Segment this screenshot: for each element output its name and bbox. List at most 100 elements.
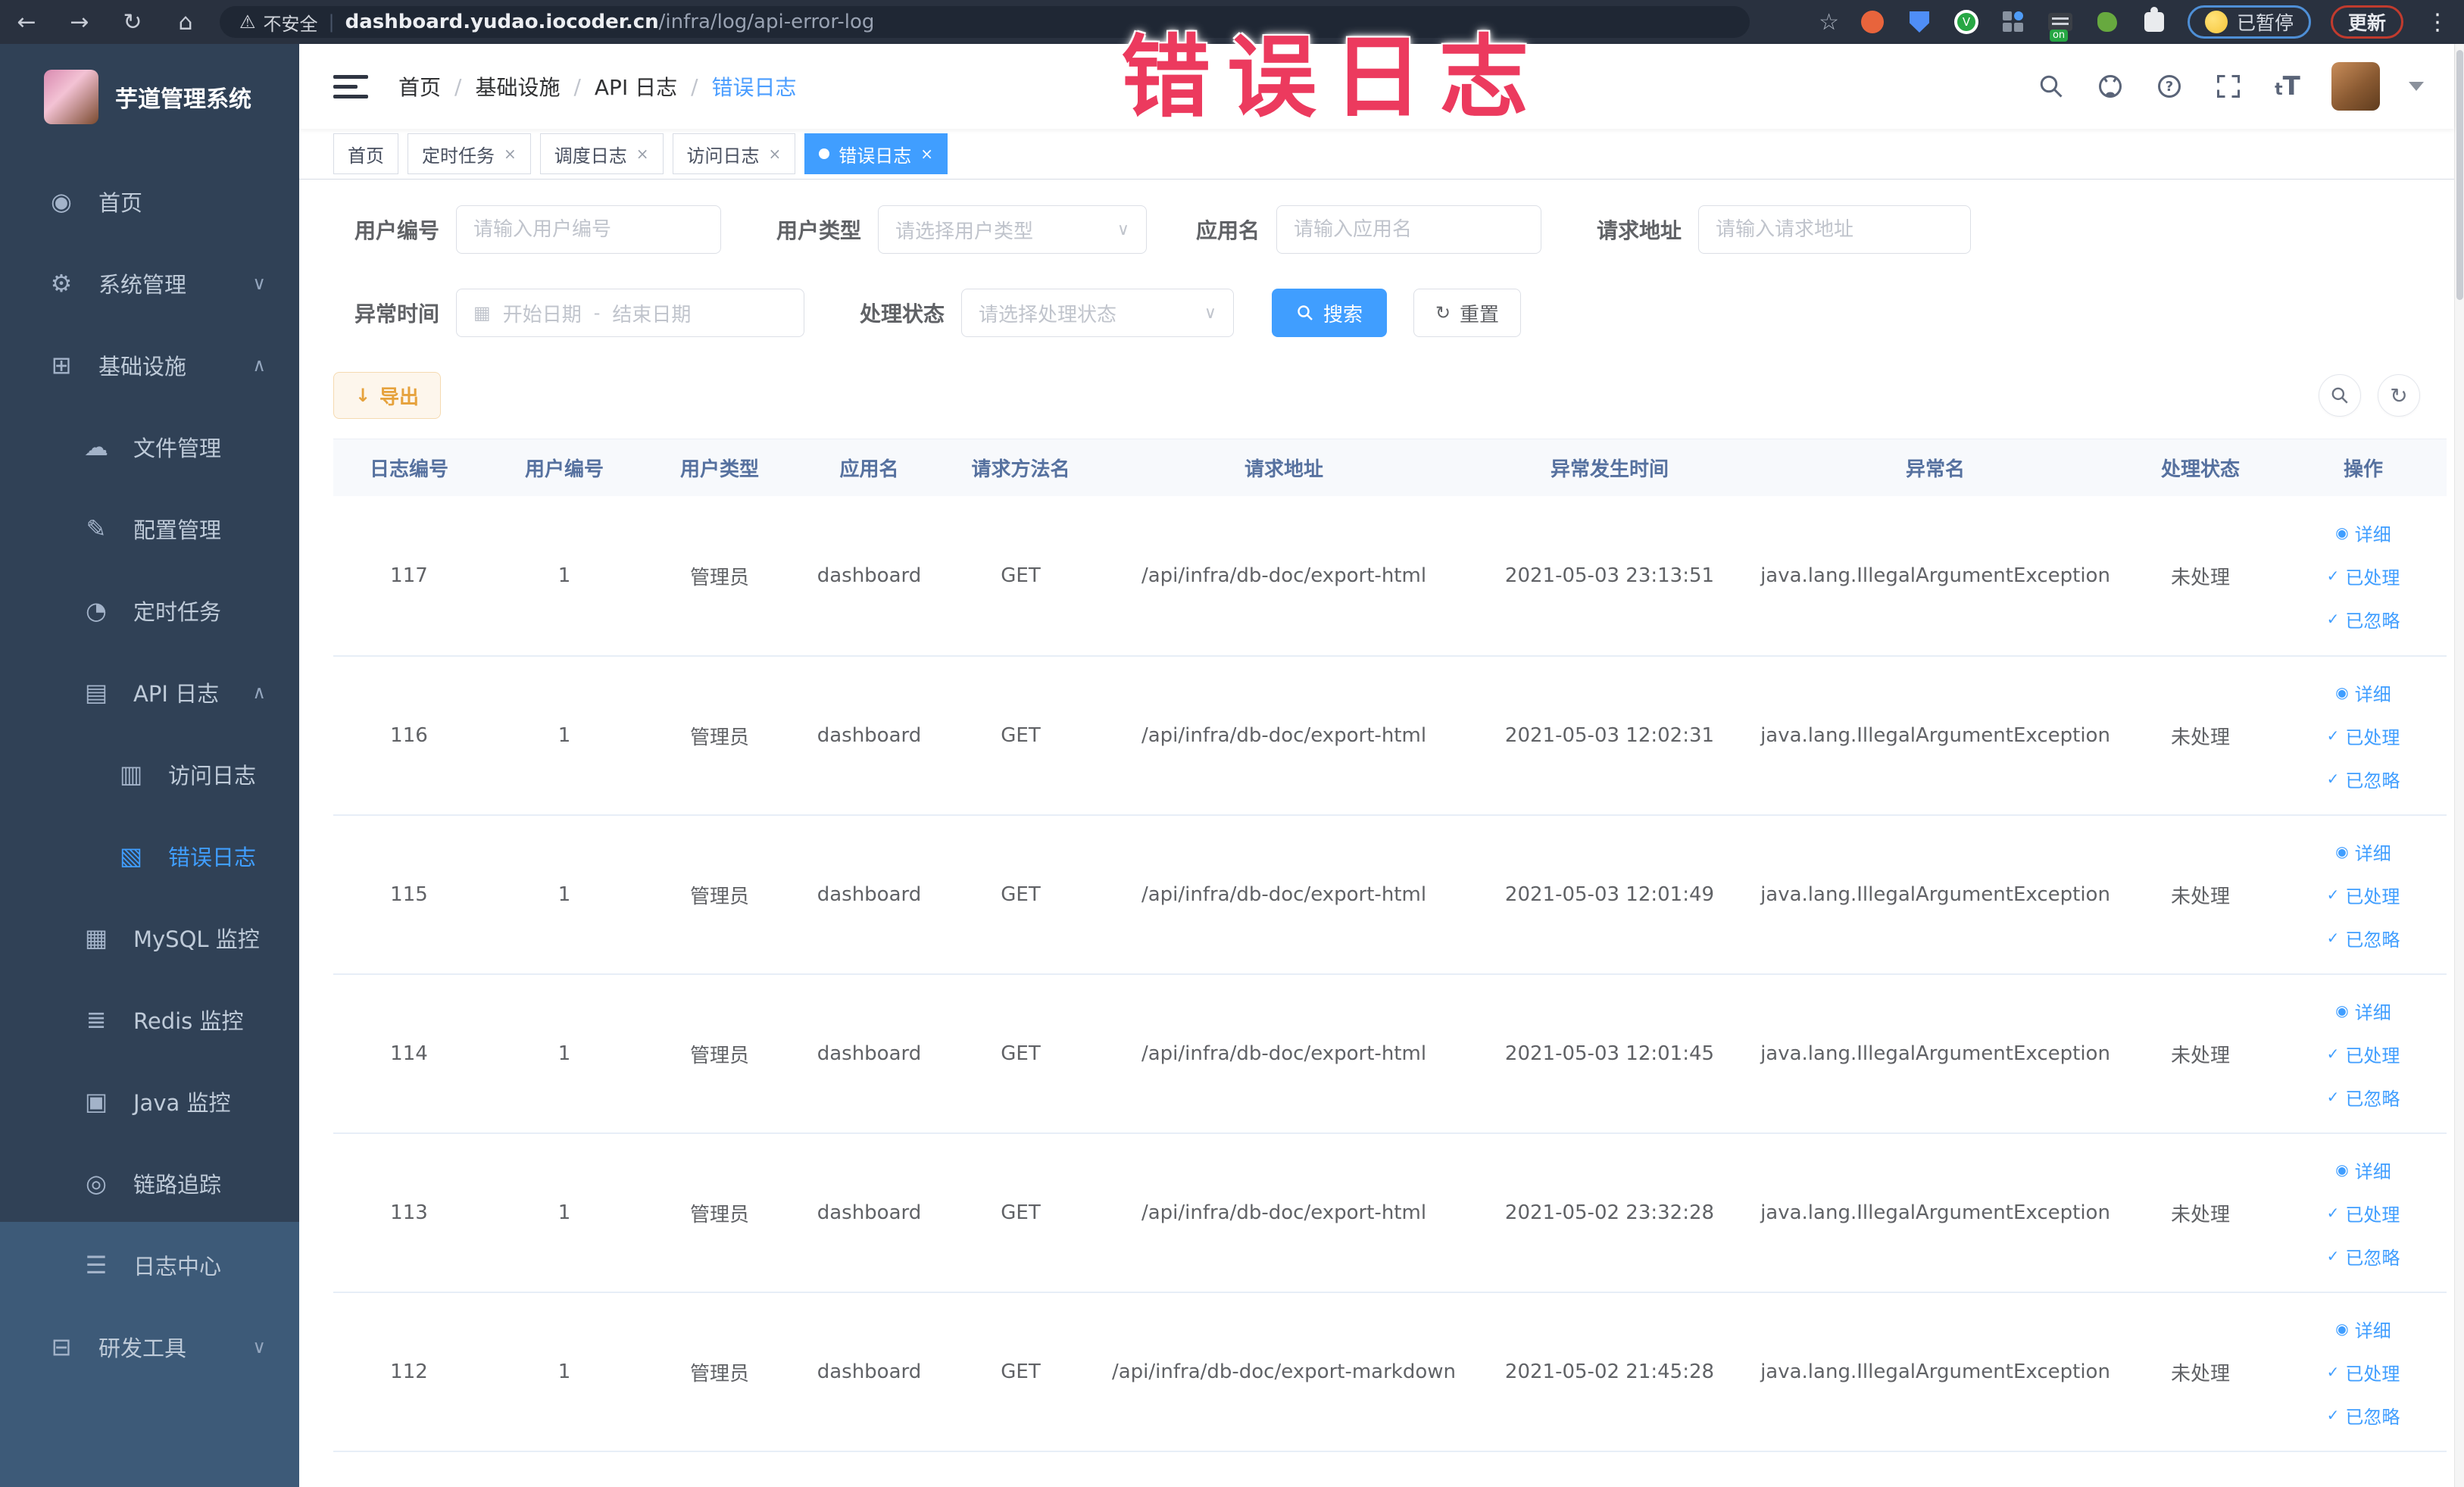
paused-label: 已暂停 [2236, 12, 2294, 34]
scrollbar-thumb[interactable] [2456, 50, 2463, 300]
chrome-menu-icon[interactable]: ⋮ [2423, 9, 2452, 36]
sidebar-item-10[interactable]: ≣ Redis 监控 [0, 979, 299, 1061]
app-name-input[interactable] [1294, 218, 1524, 241]
search-toggle-button[interactable] [2319, 374, 2361, 417]
back-icon[interactable]: ← [0, 9, 53, 36]
search-button[interactable]: 搜索 [1272, 289, 1387, 337]
sidebar-item-12[interactable]: ◎ 链路追踪 [0, 1142, 299, 1224]
cell-r2-c8: 未处理 [2170, 885, 2230, 908]
close-icon[interactable]: × [636, 145, 649, 163]
ignored-link[interactable]: ✓ 已忽略 [2327, 1402, 2400, 1429]
update-button[interactable]: 更新 [2330, 5, 2403, 39]
reset-button[interactable]: ↻ 重置 [1413, 289, 1521, 337]
tag-tab-0[interactable]: 首页 [333, 133, 398, 174]
sidebar-item-9[interactable]: ▦ MySQL 监控 [0, 897, 299, 979]
detail-link[interactable]: ◉ 详细 [2335, 1316, 2391, 1342]
sidebar-item-2[interactable]: ⊞ 基础设施 ∧ [0, 324, 299, 406]
exception-time-range-picker[interactable]: ▦ 开始日期 - 结束日期 [456, 289, 804, 337]
bookmark-star-icon[interactable]: ☆ [1819, 9, 1839, 36]
row-actions: ◉ 详细 ✓ 已处理 ✓ 已忽略 [2280, 998, 2447, 1111]
chevron-up-icon: ∧ [252, 355, 266, 376]
page-scrollbar[interactable] [2454, 44, 2464, 1487]
table-row: 113 1 管理员 dashboard GET/api/infra/db-doc/exp… [333, 1132, 2447, 1292]
ext-orange-circle-icon[interactable] [1859, 8, 1886, 36]
tag-tab-1[interactable]: 定时任务 × [408, 133, 531, 174]
ignored-link[interactable]: ✓ 已忽略 [2327, 766, 2400, 792]
processed-link[interactable]: ✓ 已处理 [2327, 1200, 2400, 1226]
github-icon[interactable] [2095, 71, 2125, 102]
fullscreen-icon[interactable] [2213, 71, 2244, 102]
sidebar-item-3[interactable]: ☁ 文件管理 [0, 406, 299, 488]
exception-time-label: 异常时间 [354, 301, 439, 326]
sidebar-item-6[interactable]: ▤ API 日志 ∧ [0, 651, 299, 733]
sidebar-item-14[interactable]: ⊟ 研发工具 ∨ [0, 1306, 299, 1388]
export-button[interactable]: ↓ 导出 [333, 372, 441, 419]
close-icon[interactable]: × [769, 145, 782, 163]
detail-link[interactable]: ◉ 详细 [2335, 839, 2391, 865]
request-url-input[interactable] [1716, 218, 1953, 241]
ext-grid-icon[interactable] [2000, 8, 2027, 36]
sidebar-item-11[interactable]: ▣ Java 监控 [0, 1061, 299, 1142]
close-icon[interactable]: × [504, 145, 517, 163]
ignored-link[interactable]: ✓ 已忽略 [2327, 1243, 2400, 1270]
detail-link[interactable]: ◉ 详细 [2335, 1157, 2391, 1183]
ext-green-check-icon[interactable]: V [1953, 8, 1980, 36]
user-type-select[interactable]: 请选择用户类型 ∨ [878, 205, 1147, 254]
ext-dark-on-icon[interactable]: on [2047, 8, 2074, 42]
cell-r3-c5: /api/infra/db-doc/export-html [1141, 1042, 1427, 1065]
user-id-input[interactable] [473, 218, 704, 241]
chevron-up-icon: ∧ [252, 682, 266, 703]
avatar-caret-down-icon[interactable] [2409, 82, 2424, 91]
breadcrumb-item-3[interactable]: 错误日志 [712, 71, 797, 102]
processed-link[interactable]: ✓ 已处理 [2327, 1041, 2400, 1067]
ignored-link[interactable]: ✓ 已忽略 [2327, 606, 2400, 633]
sidebar-item-7[interactable]: ▥ 访问日志 [0, 733, 299, 815]
sidebar-item-1[interactable]: ⚙ 系统管理 ∨ [0, 242, 299, 324]
tag-label: 定时任务 [422, 145, 495, 167]
chevron-down-icon: ∨ [1204, 303, 1216, 323]
tag-tab-3[interactable]: 访问日志 × [672, 133, 796, 174]
dashboard-icon: ◉ [51, 187, 72, 216]
font-size-icon[interactable]: tT [2272, 71, 2303, 102]
breadcrumb-item-0[interactable]: 首页 [398, 71, 441, 102]
process-status-select[interactable]: 请选择处理状态 ∨ [961, 289, 1234, 337]
user-avatar[interactable] [2331, 62, 2380, 111]
refresh-icon: ↻ [1435, 302, 1451, 323]
processed-link[interactable]: ✓ 已处理 [2327, 563, 2400, 589]
extensions-puzzle-icon[interactable] [2141, 7, 2168, 36]
sidebar-item-0[interactable]: ◉ 首页 [0, 161, 299, 242]
request-url-label: 请求地址 [1596, 218, 1682, 243]
tag-tab-4[interactable]: 错误日志 × [804, 133, 948, 174]
breadcrumb-item-2[interactable]: API 日志 [595, 71, 677, 102]
processed-link[interactable]: ✓ 已处理 [2327, 882, 2400, 908]
home-icon[interactable]: ⌂ [159, 9, 212, 36]
app-name-label: 应用名 [1195, 218, 1260, 243]
help-icon[interactable]: ? [2154, 71, 2184, 102]
forward-icon[interactable]: → [53, 9, 106, 36]
detail-link[interactable]: ◉ 详细 [2335, 679, 2391, 706]
action-label: 已处理 [2345, 1204, 2400, 1226]
ignored-link[interactable]: ✓ 已忽略 [2327, 1084, 2400, 1111]
detail-link[interactable]: ◉ 详细 [2335, 520, 2391, 546]
sidebar-item-8[interactable]: ▧ 错误日志 [0, 815, 299, 897]
paused-badge[interactable]: 已暂停 [2187, 5, 2311, 39]
tag-tab-2[interactable]: 调度日志 × [539, 133, 664, 174]
sidebar-item-5[interactable]: ◔ 定时任务 [0, 570, 299, 651]
breadcrumb-item-1[interactable]: 基础设施 [475, 71, 560, 102]
processed-link[interactable]: ✓ 已处理 [2327, 1359, 2400, 1385]
close-icon[interactable]: × [920, 145, 933, 163]
refresh-button[interactable]: ↻ [2378, 374, 2420, 417]
ext-plant-icon[interactable] [2094, 8, 2121, 36]
app-logo-row[interactable]: 芋道管理系统 [0, 44, 299, 147]
sidebar-item-4[interactable]: ✎ 配置管理 [0, 488, 299, 570]
scheduled-job-icon: ◔ [86, 596, 107, 625]
hamburger-icon[interactable] [333, 69, 368, 105]
security-label[interactable]: 不安全 [264, 9, 318, 36]
ignored-link[interactable]: ✓ 已忽略 [2327, 925, 2400, 951]
processed-link[interactable]: ✓ 已处理 [2327, 723, 2400, 749]
search-icon[interactable] [2036, 71, 2066, 102]
sidebar-item-13[interactable]: ☰ 日志中心 [0, 1224, 299, 1306]
reload-icon[interactable]: ↻ [106, 9, 159, 36]
detail-link[interactable]: ◉ 详细 [2335, 998, 2391, 1024]
ext-blue-shield-icon[interactable] [1906, 8, 1933, 36]
